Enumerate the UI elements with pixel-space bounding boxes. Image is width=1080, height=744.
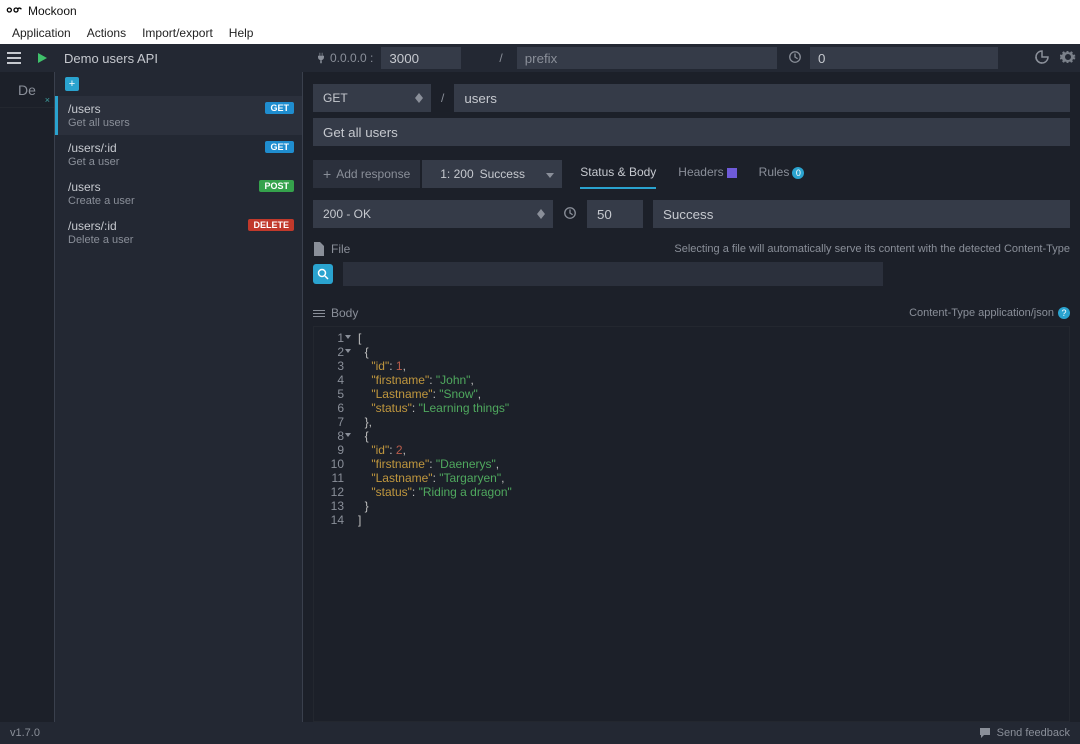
plug-icon [315, 52, 327, 64]
routes-panel: + /usersGet all usersGET/users/:idGet a … [55, 72, 303, 722]
play-icon [36, 52, 48, 64]
route-desc: Create a user [68, 195, 292, 207]
route-item[interactable]: /users/:idGet a user GET [55, 135, 302, 174]
menu-import-export[interactable]: Import/export [134, 24, 221, 42]
window-titlebar: Mockoon [0, 0, 1080, 22]
route-path: /users/:id [68, 141, 292, 155]
file-icon [313, 242, 325, 256]
logs-button[interactable] [1034, 49, 1050, 68]
method-badge: POST [259, 180, 294, 192]
response-select[interactable]: 1: 200 Success [422, 160, 562, 188]
route-item[interactable]: /usersGet all users GET [55, 96, 302, 135]
window-title: Mockoon [28, 4, 77, 18]
response-label-input[interactable] [653, 200, 1070, 228]
body-section-label: Body [331, 306, 358, 320]
route-description-input[interactable] [313, 118, 1070, 146]
help-icon[interactable]: ? [1058, 307, 1070, 319]
route-item[interactable]: /usersCreate a user POST [55, 174, 302, 213]
status-code-select[interactable]: 200 - OK [313, 200, 553, 228]
environment-chip[interactable]: De× [0, 72, 54, 108]
gear-icon [1060, 49, 1076, 65]
route-desc: Get a user [68, 156, 292, 168]
route-editor: GET / +Add response 1: 200 Success [303, 72, 1080, 722]
rules-count-badge: 0 [792, 167, 804, 179]
method-badge: GET [265, 102, 294, 114]
body-editor[interactable]: 1234567891011121314 [ { "id": 1, "firstn… [313, 326, 1070, 722]
path-separator: / [499, 51, 502, 65]
menu-toggle-button[interactable] [0, 44, 28, 72]
environment-name: Demo users API [64, 51, 158, 66]
route-path: /users [68, 180, 292, 194]
file-path-input[interactable] [343, 262, 883, 286]
search-icon [317, 268, 329, 280]
chevron-updown-icon [415, 93, 423, 103]
route-desc: Delete a user [68, 234, 292, 246]
chevron-updown-icon [537, 209, 545, 219]
path-slash: / [441, 91, 444, 105]
tab-headers[interactable]: Headers [678, 165, 736, 183]
toolbar: Demo users API 0.0.0.0 : / [0, 44, 1080, 72]
file-section-label: File [313, 242, 350, 256]
headers-badge-icon [727, 168, 737, 178]
file-note: Selecting a file will automatically serv… [674, 243, 1070, 255]
menubar: ApplicationActionsImport/exportHelp [0, 22, 1080, 44]
chevron-down-icon [546, 167, 554, 181]
menu-actions[interactable]: Actions [79, 24, 134, 42]
route-item[interactable]: /users/:idDelete a userDELETE [55, 213, 302, 252]
route-desc: Get all users [68, 117, 292, 129]
host-label: 0.0.0.0 : [315, 51, 373, 65]
chat-icon [979, 727, 991, 739]
menu-application[interactable]: Application [4, 24, 79, 42]
add-response-button[interactable]: +Add response [313, 160, 420, 188]
add-route-button[interactable]: + [65, 77, 79, 91]
settings-button[interactable] [1060, 49, 1076, 68]
route-path: /users [68, 102, 292, 116]
clock-icon [788, 50, 802, 67]
method-select[interactable]: GET [313, 84, 431, 112]
port-input[interactable] [381, 47, 461, 69]
content-type-label: Content-Type application/json [909, 307, 1054, 319]
method-badge: GET [265, 141, 294, 153]
menu-help[interactable]: Help [221, 24, 262, 42]
start-server-button[interactable] [28, 44, 56, 72]
app-logo-icon [6, 4, 22, 19]
send-feedback-link[interactable]: Send feedback [979, 727, 1070, 739]
response-delay-input[interactable] [587, 200, 643, 228]
statusbar: v1.7.0 Send feedback [0, 722, 1080, 744]
clock-icon [563, 206, 577, 223]
path-input[interactable] [454, 84, 1070, 112]
method-badge: DELETE [248, 219, 294, 231]
version-label: v1.7.0 [10, 727, 40, 739]
environments-sidebar: De× [0, 72, 55, 722]
prefix-input[interactable] [517, 47, 777, 69]
latency-input[interactable] [810, 47, 998, 69]
tab-rules[interactable]: Rules0 [759, 165, 805, 183]
browse-file-button[interactable] [313, 264, 333, 284]
hamburger-icon [7, 52, 21, 64]
body-menu-icon [313, 310, 325, 317]
tab-status-body[interactable]: Status & Body [580, 165, 656, 183]
